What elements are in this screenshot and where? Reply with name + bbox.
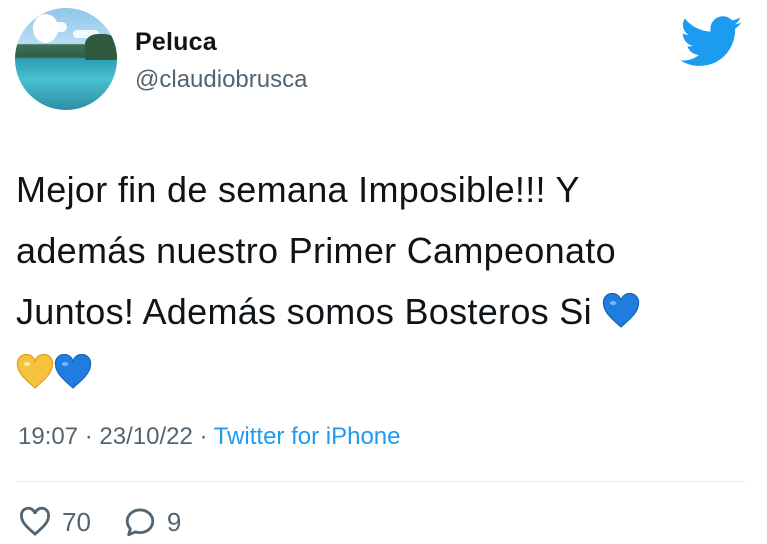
like-count: 70 xyxy=(62,506,91,537)
tweet-line: además nuestro Primer Campeonato xyxy=(16,230,616,271)
meta-separator: · xyxy=(199,423,208,450)
divider xyxy=(16,481,745,482)
reply-icon xyxy=(125,508,155,537)
blue-heart-emoji xyxy=(54,354,92,389)
twitter-bird-icon xyxy=(680,16,743,66)
like-button[interactable]: 70 xyxy=(18,505,91,539)
tweet-emoji-line xyxy=(16,342,751,403)
user-handle[interactable]: @claudiobrusca xyxy=(135,66,307,94)
reply-count: 9 xyxy=(166,506,182,537)
tweet-source[interactable]: Twitter for iPhone xyxy=(214,423,401,450)
tweet-line: Juntos! Además somos Bosteros Si xyxy=(16,291,592,332)
display-name[interactable]: Peluca xyxy=(135,28,217,57)
tweet-meta: 19:07 · 23/10/22 · Twitter for iPhone xyxy=(18,423,400,451)
tweet-line: Mejor fin de semana Imposible!!! Y xyxy=(16,169,580,210)
tweet-time[interactable]: 19:07 xyxy=(18,423,78,450)
tweet-line-with-emoji: Juntos! Además somos Bosteros Si xyxy=(16,281,751,342)
reply-button[interactable]: 9 xyxy=(123,505,181,539)
tweet-date[interactable]: 23/10/22 xyxy=(99,423,192,450)
avatar-cloud xyxy=(33,22,67,32)
tweet-text: Mejor fin de semana Imposible!!! Y ademá… xyxy=(16,159,751,403)
meta-separator: · xyxy=(84,423,93,450)
yellow-heart-emoji xyxy=(16,354,54,389)
tweet-actions: 70 9 xyxy=(18,505,213,539)
avatar[interactable] xyxy=(15,8,117,110)
avatar-trees xyxy=(85,34,117,60)
blue-heart-emoji xyxy=(603,293,640,328)
heart-icon xyxy=(20,506,50,536)
